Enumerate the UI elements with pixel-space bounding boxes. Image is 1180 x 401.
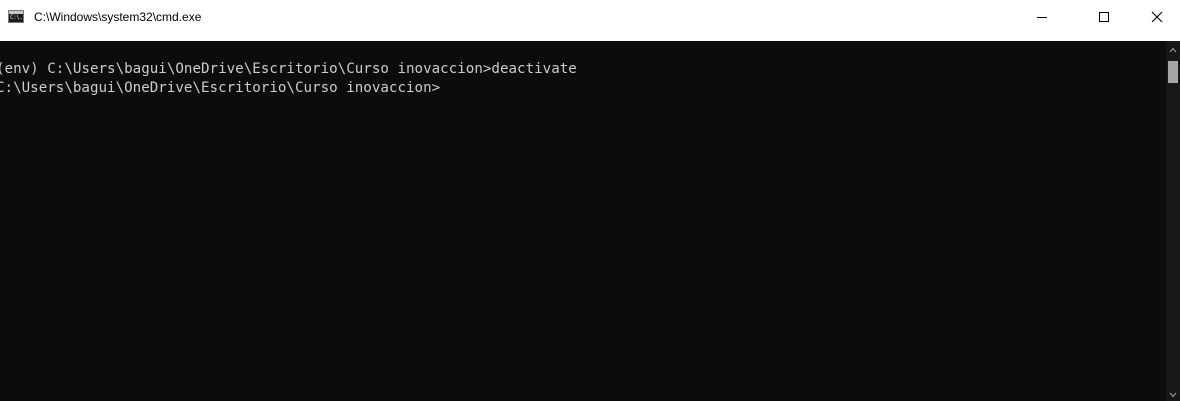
- window-title: C:\Windows\system32\cmd.exe: [34, 10, 202, 24]
- maximize-button[interactable]: [1081, 0, 1127, 34]
- cmd-window: C:\. C:\Windows\system32\cmd.exe (env) C…: [0, 0, 1180, 401]
- scroll-thumb[interactable]: [1168, 61, 1178, 83]
- close-icon: [1151, 11, 1163, 23]
- chevron-down-icon: [1169, 392, 1177, 398]
- vertical-scrollbar[interactable]: [1166, 41, 1180, 401]
- terminal-output[interactable]: (env) C:\Users\bagui\OneDrive\Escritorio…: [0, 41, 1166, 401]
- scroll-up-button[interactable]: [1166, 44, 1180, 56]
- terminal-line: C:\Users\bagui\OneDrive\Escritorio\Curso…: [0, 80, 441, 96]
- cmd-app-icon[interactable]: C:\.: [8, 10, 24, 23]
- terminal-line: (env) C:\Users\bagui\OneDrive\Escritorio…: [0, 61, 577, 77]
- maximize-icon: [1099, 12, 1109, 22]
- scroll-down-button[interactable]: [1166, 389, 1180, 401]
- title-bar[interactable]: C:\. C:\Windows\system32\cmd.exe: [0, 0, 1180, 41]
- app-icon-text: C:\.: [10, 14, 23, 21]
- minimize-button[interactable]: [1019, 0, 1065, 34]
- chevron-up-icon: [1169, 47, 1177, 53]
- minimize-icon: [1037, 17, 1047, 18]
- close-button[interactable]: [1134, 0, 1180, 34]
